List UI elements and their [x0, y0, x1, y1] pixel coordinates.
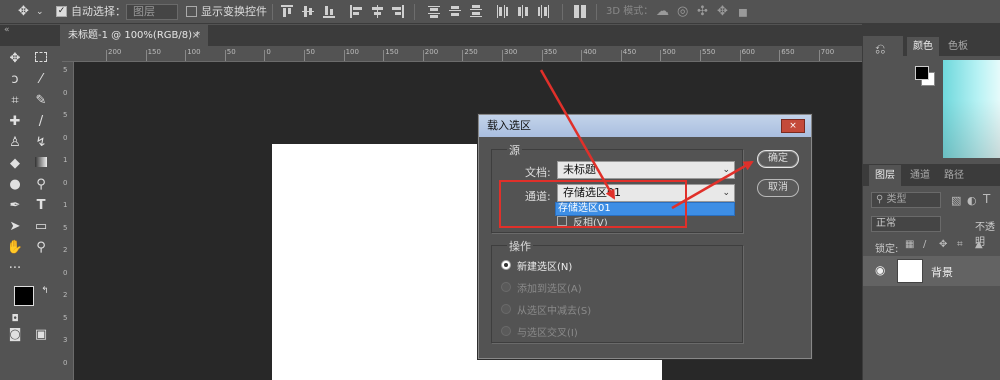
arrow-to-channel — [539, 69, 616, 200]
annotation-arrows — [539, 69, 754, 210]
arrow-to-ok — [671, 160, 754, 210]
panel-foreground-swatch[interactable] — [915, 66, 929, 80]
